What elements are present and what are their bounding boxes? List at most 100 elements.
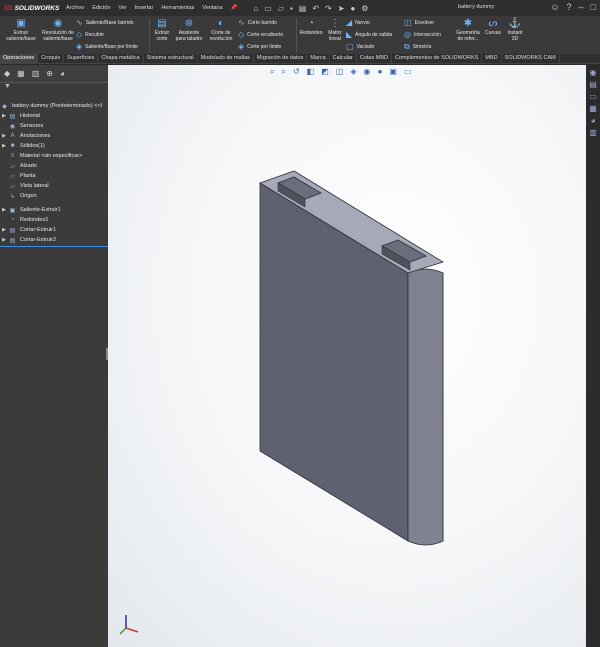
view-settings-icon[interactable]: ▭ [404, 67, 412, 77]
tab-mbd[interactable]: MBD [482, 54, 502, 63]
tree-item-planta[interactable]: ▱ Planta [0, 171, 35, 181]
tab-cotas-mbd[interactable]: Cotas MBD [357, 54, 392, 63]
hide-show-items-icon[interactable]: ◉ [364, 67, 371, 77]
save-icon[interactable]: ▪ [290, 4, 293, 13]
tree-item-historial[interactable]: ▶ ▤ Historial [0, 111, 40, 121]
expand-arrow-icon[interactable]: ▶ [0, 227, 8, 233]
expand-arrow-icon[interactable]: ▶ [0, 113, 8, 119]
menu-herramientas[interactable]: Herramientas [157, 5, 198, 11]
appearance-icon[interactable]: ● [378, 67, 383, 77]
tab-superficies[interactable]: Superficies [64, 54, 99, 63]
property-manager-tab-icon[interactable]: ▦ [17, 69, 25, 78]
appearances-icon[interactable]: ◕ [586, 116, 600, 125]
tab-operaciones[interactable]: Operaciones [0, 54, 39, 63]
tab-complementos[interactable]: Complementos de SOLIDWORKS [392, 54, 483, 63]
swept-boss-button[interactable]: ∿ Saliente/Base barrido [76, 18, 134, 27]
solidworks-logo[interactable]: 3S SOLIDWORKS [0, 5, 62, 12]
view-orientation-icon[interactable]: ◫ [336, 67, 344, 77]
display-style-icon[interactable]: ◈ [350, 67, 356, 77]
tree-item-alzado[interactable]: ▱ Alzado [0, 161, 37, 171]
curves-button[interactable]: ᔕ Curvas [483, 18, 503, 36]
tree-item-redondeo1[interactable]: ◔ Redondeo1 [0, 215, 49, 225]
select-icon[interactable]: ➤ [338, 4, 345, 13]
tree-item-solidos[interactable]: ▶ ■ Sólidos(1) [0, 141, 45, 151]
previous-view-icon[interactable]: ↺ [293, 67, 300, 77]
custom-properties-icon[interactable]: ▥ [586, 128, 600, 137]
hole-wizard-button[interactable]: ⊛ Asistente para taladro [174, 18, 204, 42]
tree-item-material[interactable]: ≡ Material <sin especificar> [0, 151, 83, 161]
options-icon[interactable]: ⚙ [361, 4, 368, 13]
extrude-cut-button[interactable]: ▤ Extruir corte [151, 18, 173, 42]
tree-item-cortar-extruir2[interactable]: ▶ ▤ Cortar-Extruir2 [0, 235, 56, 245]
home-icon[interactable]: ⌂ [253, 4, 258, 13]
expand-arrow-icon[interactable]: ▶ [0, 133, 8, 139]
view-palette-icon[interactable]: ▦ [586, 104, 600, 113]
menu-insertar[interactable]: Insertar [131, 5, 158, 11]
menu-ver[interactable]: Ver [114, 5, 130, 11]
pin-icon[interactable]: 📌 [227, 5, 242, 11]
feature-tree-tab-icon[interactable]: ◆ [4, 69, 10, 78]
tab-chapa-metalica[interactable]: Chapa metálica [98, 54, 144, 63]
configuration-manager-tab-icon[interactable]: ▥ [32, 69, 40, 78]
rebuild-icon[interactable]: ● [350, 4, 355, 13]
tree-item-anotaciones[interactable]: ▶ A Anotaciones [0, 131, 50, 141]
restore-icon[interactable]: □ [591, 2, 596, 12]
open-icon[interactable]: ▱ [278, 4, 284, 13]
reference-geometry-button[interactable]: ✱ Geometría de refer... [453, 18, 483, 42]
intersect-button[interactable]: ◎ Intersección [404, 30, 441, 39]
help-icon[interactable]: ? [567, 2, 572, 12]
zoom-area-icon[interactable]: ⌕ [281, 67, 285, 77]
linear-pattern-button[interactable]: ⋮ Matriz lineal [326, 18, 344, 42]
tab-solidworks-cam[interactable]: SOLIDWORKS CAM [502, 54, 560, 63]
rollback-bar[interactable] [0, 246, 108, 247]
tree-root[interactable]: ◆ battery dummy (Predeterminado) <<I [0, 101, 102, 111]
draft-button[interactable]: ◣ Ángulo de salida [346, 30, 392, 39]
lofted-boss-button[interactable]: ◇ Recubrir [76, 30, 104, 39]
lofted-cut-button[interactable]: ◇ Corte recubierto [238, 30, 283, 39]
filter-icon[interactable]: ▼ [0, 83, 108, 93]
expand-arrow-icon[interactable]: ▶ [0, 143, 8, 149]
new-document-icon[interactable]: ▭ [264, 4, 272, 13]
mirror-button[interactable]: ⧉ Simetría [404, 42, 431, 52]
redo-icon[interactable]: ↷ [325, 4, 332, 13]
instant3d-button[interactable]: ⚓ Instant 3D [504, 18, 526, 42]
minimize-icon[interactable]: – [579, 2, 584, 12]
tab-croquis[interactable]: Croquis [38, 54, 65, 63]
design-library-icon[interactable]: ▤ [586, 80, 600, 89]
dimxpert-tab-icon[interactable]: ⊕ [46, 69, 53, 78]
tree-item-sensores[interactable]: ◉ Sensores [0, 121, 43, 131]
tab-migracion-datos[interactable]: Migración de datos [254, 54, 308, 63]
revolve-boss-button[interactable]: ◉ Revolución de saliente/base [42, 18, 74, 42]
wrap-button[interactable]: ◫ Envolver [404, 18, 434, 27]
menu-archivo[interactable]: Archivo [62, 5, 88, 11]
menu-edicion[interactable]: Edición [88, 5, 114, 11]
tab-marca[interactable]: Marca [307, 54, 330, 63]
section-view-icon[interactable]: ◧ [307, 67, 315, 77]
graphics-area[interactable] [108, 65, 586, 647]
shell-button[interactable]: ▢ Vaciado [346, 42, 374, 51]
user-icon[interactable]: ☺ [550, 2, 559, 12]
boundary-boss-button[interactable]: ◈ Saliente/Base por límite [76, 42, 138, 51]
scene-icon[interactable]: ▣ [389, 67, 397, 77]
tab-sistema-estructural[interactable]: Sistema estructural [144, 54, 198, 63]
expand-arrow-icon[interactable]: ▶ [0, 237, 8, 243]
zoom-to-fit-icon[interactable]: ⌕ [270, 67, 274, 77]
print-icon[interactable]: ▤ [299, 4, 307, 13]
solidworks-resources-icon[interactable]: ◉ [586, 68, 600, 77]
tree-item-cortar-extruir1[interactable]: ▶ ▤ Cortar-Extruir1 [0, 225, 56, 235]
tab-modelado-mallas[interactable]: Modelado de mallas [198, 54, 254, 63]
revolve-cut-button[interactable]: ◐ Corte de revolución [206, 18, 236, 42]
tree-item-origen[interactable]: ↳ Origen [0, 191, 37, 201]
rib-button[interactable]: ◢ Nervio [346, 18, 370, 27]
fillet-button[interactable]: ◔ Redondeo [297, 18, 325, 36]
tree-item-vista-lateral[interactable]: ▱ Vista lateral [0, 181, 48, 191]
display-manager-tab-icon[interactable]: ◕ [60, 69, 65, 78]
menu-ventana[interactable]: Ventana [198, 5, 226, 11]
file-explorer-icon[interactable]: ▭ [586, 92, 600, 101]
undo-icon[interactable]: ↶ [312, 4, 319, 13]
swept-cut-button[interactable]: ∿ Corte barrido [238, 18, 277, 27]
boundary-cut-button[interactable]: ◈ Corte por límite [238, 42, 281, 51]
tab-calcular[interactable]: Calcular [330, 54, 357, 63]
extrude-boss-button[interactable]: ▣ Extruir saliente/base [2, 18, 40, 42]
tree-item-saliente-extruir1[interactable]: ▶ ▣ Saliente-Extruir1 [0, 205, 61, 215]
